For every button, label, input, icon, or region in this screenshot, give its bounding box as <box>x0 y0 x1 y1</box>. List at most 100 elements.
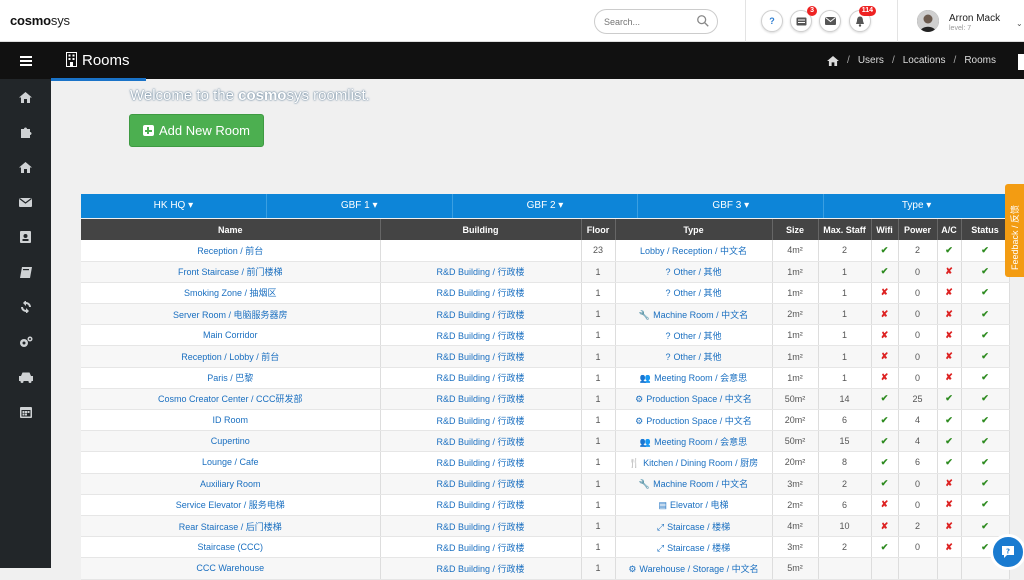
app-logo[interactable]: cosmosys <box>10 13 70 28</box>
column-header-floor[interactable]: Floor <box>581 219 616 240</box>
type-link[interactable]: ⤢ Staircase / 楼梯 <box>615 536 773 559</box>
filter-type[interactable]: Type ▾ <box>824 194 1009 218</box>
column-header-status[interactable]: Status <box>961 219 1010 240</box>
mail-button[interactable] <box>819 10 841 32</box>
search-icon[interactable] <box>696 14 710 28</box>
room-name-link[interactable]: Auxiliary Room <box>81 473 381 495</box>
room-name-link[interactable]: Reception / Lobby / 前台 <box>81 345 381 368</box>
building-link[interactable]: R&D Building / 行政楼 <box>380 451 582 474</box>
type-link[interactable]: Lobby / Reception / 中文名 <box>615 240 773 262</box>
room-name-link[interactable]: CCC Warehouse <box>81 557 381 580</box>
type-link[interactable]: ▤ Elevator / 电梯 <box>615 494 773 516</box>
chevron-down-icon[interactable]: ⌄ <box>1016 19 1023 28</box>
building-link[interactable]: R&D Building / 行政楼 <box>380 430 582 453</box>
chat-button[interactable]: ? <box>990 534 1024 570</box>
sidebar-item-buildings[interactable] <box>0 152 51 182</box>
filter-gbf-2[interactable]: GBF 2 ▾ <box>453 194 639 218</box>
type-link[interactable]: 🔧 Machine Room / 中文名 <box>615 303 773 326</box>
building-link[interactable]: R&D Building / 行政楼 <box>380 367 582 389</box>
building-link[interactable]: R&D Building / 行政楼 <box>380 388 582 411</box>
table-row[interactable]: Cosmo Creator Center / CCC研发部 R&D Buildin… <box>81 388 1010 411</box>
column-header-building[interactable]: Building <box>380 219 582 240</box>
table-row[interactable]: Reception / Lobby / 前台 R&D Building / 行政楼… <box>81 345 1010 368</box>
room-name-link[interactable]: Cosmo Creator Center / CCC研发部 <box>81 388 381 411</box>
table-row[interactable]: Front Staircase / 前门楼梯 R&D Building / 行政楼… <box>81 261 1010 283</box>
sidebar-item-docs[interactable] <box>0 257 51 287</box>
table-row[interactable]: Smoking Zone / 抽烟区 R&D Building / 行政楼 1? Ot… <box>81 282 1010 305</box>
building-link[interactable]: R&D Building / 行政楼 <box>380 345 582 368</box>
filter-hk-hq[interactable]: HK HQ ▾ <box>81 194 267 218</box>
building-link[interactable]: R&D Building / 行政楼 <box>380 303 582 326</box>
user-name[interactable]: Arron Mack <box>949 13 1000 24</box>
filter-gbf-1[interactable]: GBF 1 ▾ <box>267 194 453 218</box>
type-link[interactable]: ⚙ Warehouse / Storage / 中文名 <box>615 557 773 580</box>
building-link[interactable] <box>380 240 582 262</box>
column-header-wifi[interactable]: Wifi <box>871 219 899 240</box>
table-row[interactable]: Cupertino R&D Building / 行政楼 1 👥 Meeting Roo… <box>81 430 1010 453</box>
menu-toggle-button[interactable] <box>0 42 51 79</box>
type-link[interactable]: ⚙ Production Space / 中文名 <box>615 409 773 432</box>
building-link[interactable]: R&D Building / 行政楼 <box>380 282 582 305</box>
column-header-power[interactable]: Power <box>898 219 938 240</box>
type-link[interactable]: ? Other / 其他 <box>615 324 773 347</box>
room-name-link[interactable]: Rear Staircase / 后门楼梯 <box>81 515 381 538</box>
inbox-button[interactable]: 3 <box>790 6 817 32</box>
type-link[interactable]: 🍴 Kitchen / Dining Room / 厨房 <box>615 451 773 474</box>
building-link[interactable]: R&D Building / 行政楼 <box>380 494 582 516</box>
type-link[interactable]: ⤢ Staircase / 楼梯 <box>615 515 773 538</box>
table-row[interactable]: Rear Staircase / 后门楼梯 R&D Building / 行政楼 1… <box>81 515 1010 538</box>
type-link[interactable]: 👥 Meeting Room / 会意思 <box>615 430 773 453</box>
column-header-type[interactable]: Type <box>615 219 773 240</box>
sidebar-item-sync[interactable] <box>0 292 51 322</box>
room-name-link[interactable]: Lounge / Cafe <box>81 451 381 474</box>
breadcrumb-users[interactable]: Users <box>858 55 884 66</box>
room-name-link[interactable]: Smoking Zone / 抽烟区 <box>81 282 381 305</box>
type-link[interactable]: ? Other / 其他 <box>615 261 773 283</box>
avatar[interactable] <box>917 10 939 32</box>
room-name-link[interactable]: Staircase (CCC) <box>81 536 381 559</box>
type-link[interactable]: 👥 Meeting Room / 会意思 <box>615 367 773 389</box>
table-row[interactable]: Lounge / Cafe R&D Building / 行政楼 1 🍴 Kitchen… <box>81 451 1010 474</box>
type-link[interactable]: ? Other / 其他 <box>615 282 773 305</box>
building-link[interactable]: R&D Building / 行政楼 <box>380 324 582 347</box>
sidebar-item-contacts[interactable] <box>0 222 51 252</box>
building-link[interactable]: R&D Building / 行政楼 <box>380 515 582 538</box>
room-name-link[interactable]: Front Staircase / 前门楼梯 <box>81 261 381 283</box>
table-row[interactable]: Reception / 前台 23 Lobby / Reception / 中文名 4… <box>81 240 1010 262</box>
room-name-link[interactable]: ID Room <box>81 409 381 432</box>
room-name-link[interactable]: Reception / 前台 <box>81 240 381 262</box>
table-row[interactable]: Main Corridor R&D Building / 行政楼 1? Other /… <box>81 324 1010 347</box>
room-name-link[interactable]: Paris / 巴黎 <box>81 367 381 389</box>
column-header-name[interactable]: Name <box>81 219 381 240</box>
room-name-link[interactable]: Main Corridor <box>81 324 381 347</box>
sidebar-item-mail[interactable] <box>0 187 51 217</box>
breadcrumb-rooms[interactable]: Rooms <box>964 55 996 66</box>
building-link[interactable]: R&D Building / 行政楼 <box>380 473 582 495</box>
column-header-max-staff[interactable]: Max. Staff <box>818 219 872 240</box>
sidebar-item-vehicles[interactable] <box>0 362 51 392</box>
table-row[interactable]: ID Room R&D Building / 行政楼 1 ⚙ Production Sp… <box>81 409 1010 432</box>
help-button[interactable]: ? <box>761 10 783 32</box>
table-row[interactable]: Staircase (CCC) R&D Building / 行政楼 1 ⤢ Stair… <box>81 536 1010 559</box>
column-header-ac[interactable]: A/C <box>937 219 962 240</box>
sidebar-item-calendar[interactable] <box>0 397 51 427</box>
building-link[interactable]: R&D Building / 行政楼 <box>380 261 582 283</box>
table-row[interactable]: Paris / 巴黎 R&D Building / 行政楼 1 👥 Meeting Ro… <box>81 367 1010 389</box>
breadcrumb-locations[interactable]: Locations <box>903 55 946 66</box>
sidebar-item-home[interactable] <box>0 82 51 112</box>
table-row[interactable]: Service Elevator / 服务电梯 R&D Building / 行政… <box>81 494 1010 516</box>
table-row[interactable]: Server Room / 电脑服务器房 R&D Building / 行政楼 1 🔧… <box>81 303 1010 326</box>
alerts-button[interactable]: 114 <box>849 6 876 32</box>
type-link[interactable]: 🔧 Machine Room / 中文名 <box>615 473 773 495</box>
type-link[interactable]: ⚙ Production Space / 中文名 <box>615 388 773 411</box>
room-name-link[interactable]: Cupertino <box>81 430 381 453</box>
table-row[interactable]: CCC Warehouse R&D Building / 行政楼 1 ⚙ Warehou… <box>81 557 1010 580</box>
room-name-link[interactable]: Service Elevator / 服务电梯 <box>81 494 381 516</box>
add-room-button[interactable]: Add New Room <box>129 114 264 147</box>
search-input[interactable] <box>604 14 694 30</box>
sidebar-item-modules[interactable] <box>0 117 51 147</box>
building-link[interactable]: R&D Building / 行政楼 <box>380 557 582 580</box>
sidebar-item-settings[interactable] <box>0 327 51 357</box>
feedback-tab[interactable]: Feedback / 反馈 <box>1005 184 1024 277</box>
type-link[interactable]: ? Other / 其他 <box>615 345 773 368</box>
